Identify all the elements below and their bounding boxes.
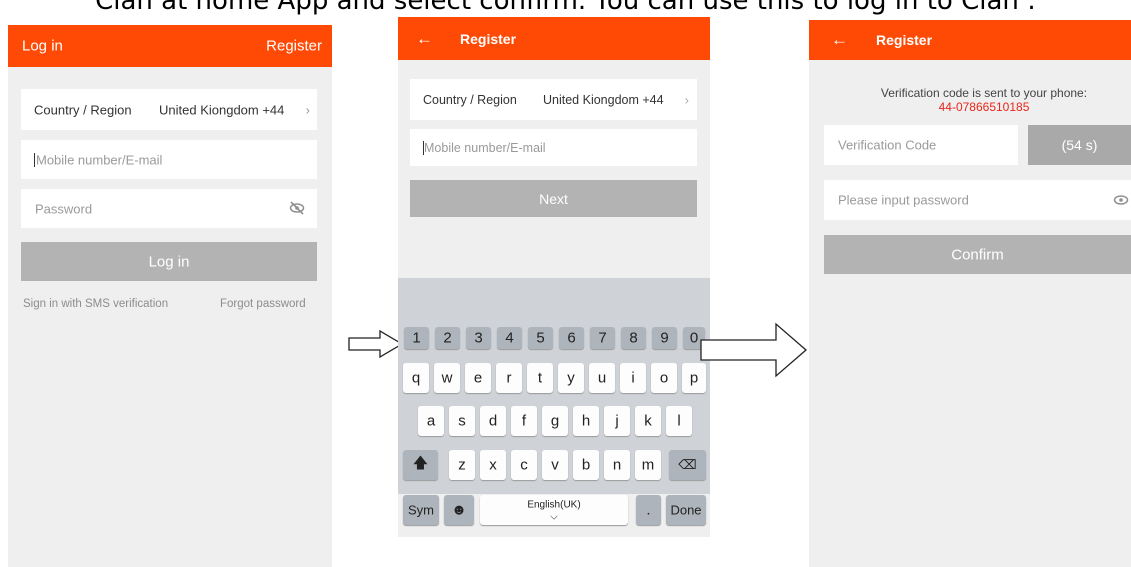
done-key[interactable]: Done [666, 495, 706, 525]
country-label: Country / Region [34, 102, 132, 117]
register-link[interactable]: Register [266, 38, 322, 55]
confirm-button[interactable]: Confirm [824, 235, 1131, 274]
key-1[interactable]: 1 [404, 327, 429, 349]
mobile-email-field[interactable]: Mobile number/E-mail [410, 129, 697, 166]
confirm-button-label: Confirm [951, 246, 1004, 263]
key-j[interactable]: j [604, 406, 630, 436]
phone-number: 44-07866510185 [938, 100, 1030, 114]
app-bar: ← Register [398, 17, 710, 60]
password-field[interactable]: Please input password [824, 180, 1131, 220]
key-e[interactable]: e [465, 363, 491, 393]
key-b[interactable]: b [573, 450, 599, 480]
next-button[interactable]: Next [410, 180, 697, 217]
key-y[interactable]: y [558, 363, 584, 393]
key-2[interactable]: 2 [435, 327, 460, 349]
password-placeholder: Please input password [838, 192, 969, 208]
chevron-right-icon: › [305, 102, 310, 117]
backspace-icon: ⌫ [678, 457, 697, 472]
key-w[interactable]: w [434, 363, 460, 393]
screen-title: Register [876, 32, 933, 48]
sym-key[interactable]: Sym [403, 495, 439, 525]
mobile-placeholder: Mobile number/E-mail [424, 140, 546, 155]
login-button-label: Log in [148, 253, 190, 270]
shift-key[interactable]: 🡅 [403, 450, 438, 480]
key-n[interactable]: n [604, 450, 630, 480]
register-screen: ← Register Country / Region United Kiong… [398, 17, 710, 537]
key-x[interactable]: x [480, 450, 506, 480]
app-bar: Log in Register [8, 25, 332, 67]
key-6[interactable]: 6 [559, 327, 584, 349]
flow-arrow-icon [348, 329, 404, 359]
chevron-right-icon: › [684, 92, 689, 107]
key-g[interactable]: g [542, 406, 568, 436]
shift-icon: 🡅 [412, 454, 429, 472]
key-z[interactable]: z [449, 450, 475, 480]
key-5[interactable]: 5 [528, 327, 553, 349]
key-o[interactable]: o [651, 363, 677, 393]
period-key[interactable]: . [636, 495, 661, 525]
eye-icon[interactable] [1113, 194, 1129, 206]
password-placeholder: Password [35, 201, 93, 216]
key-4[interactable]: 4 [497, 327, 522, 349]
key-3[interactable]: 3 [466, 327, 491, 349]
key-d[interactable]: d [480, 406, 506, 436]
emoji-key[interactable]: ☻ [444, 495, 474, 525]
country-region-row[interactable]: Country / Region United Kiongdom +44 › [21, 89, 317, 130]
space-bar-icon: ⌵ [550, 511, 558, 523]
resend-timer-button[interactable]: (54 s) [1028, 125, 1131, 165]
key-r[interactable]: r [496, 363, 522, 393]
login-button[interactable]: Log in [21, 242, 317, 281]
screen-title: Log in [22, 37, 63, 55]
back-arrow-icon[interactable]: ← [831, 30, 848, 50]
password-field[interactable]: Password [21, 189, 317, 228]
emoji-icon: ☻ [451, 501, 467, 519]
country-label: Country / Region [423, 92, 517, 107]
country-region-row[interactable]: Country / Region United Kiongdom +44 › [410, 79, 697, 120]
back-arrow-icon[interactable]: ← [416, 29, 433, 49]
soft-keyboard: 1 2 3 4 5 6 7 8 9 0 q w e r t y u i o p … [398, 278, 710, 494]
timer-label: (54 s) [1061, 137, 1098, 153]
key-f[interactable]: f [511, 406, 537, 436]
backspace-key[interactable]: ⌫ [669, 450, 706, 480]
key-u[interactable]: u [589, 363, 615, 393]
flow-arrow-icon [700, 322, 807, 378]
eye-off-icon[interactable] [289, 201, 305, 215]
space-key[interactable]: English(UK) ⌵ [480, 495, 628, 525]
key-t[interactable]: t [527, 363, 553, 393]
country-value: United Kiongdom +44 [159, 102, 285, 117]
key-q[interactable]: q [403, 363, 429, 393]
login-screen: Log in Register Country / Region United … [8, 25, 332, 567]
country-value: United Kiongdom +44 [543, 92, 664, 107]
key-i[interactable]: i [620, 363, 646, 393]
app-bar: ← Register [809, 20, 1131, 60]
verification-info: Verification code is sent to your phone: [880, 86, 1088, 100]
screen-title: Register [460, 30, 517, 47]
key-8[interactable]: 8 [621, 327, 646, 349]
verification-screen: ← Register Verification code is sent to … [809, 20, 1131, 567]
caption-text: Clan at home App and select confirm. You… [95, 0, 1036, 16]
sms-signin-link[interactable]: Sign in with SMS verification [23, 298, 168, 310]
key-l[interactable]: l [666, 406, 692, 436]
next-button-label: Next [539, 190, 568, 207]
key-s[interactable]: s [449, 406, 475, 436]
verification-code-field[interactable]: Verification Code [824, 125, 1018, 165]
code-placeholder: Verification Code [838, 137, 937, 153]
mobile-placeholder: Mobile number/E-mail [36, 152, 163, 167]
key-m[interactable]: m [635, 450, 661, 480]
key-c[interactable]: c [511, 450, 537, 480]
key-h[interactable]: h [573, 406, 599, 436]
forgot-password-link[interactable]: Forgot password [220, 298, 306, 310]
key-k[interactable]: k [635, 406, 661, 436]
mobile-email-field[interactable]: Mobile number/E-mail [21, 140, 317, 179]
key-9[interactable]: 9 [652, 327, 677, 349]
text-cursor [34, 153, 35, 167]
key-7[interactable]: 7 [590, 327, 615, 349]
key-a[interactable]: a [418, 406, 444, 436]
key-v[interactable]: v [542, 450, 568, 480]
